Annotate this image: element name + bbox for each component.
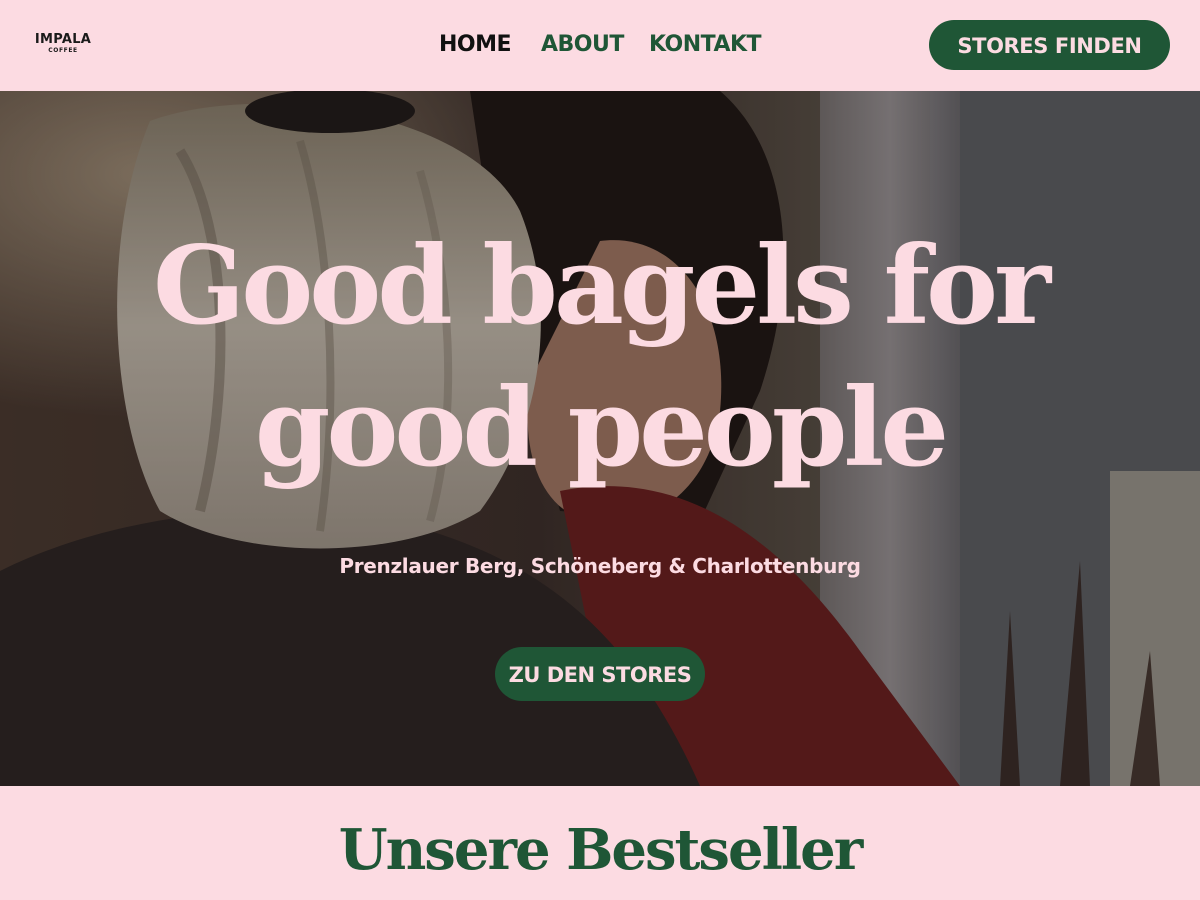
logo-wordmark: IMPALA <box>34 32 92 47</box>
nav-link-about[interactable]: ABOUT <box>541 30 624 60</box>
bestseller-heading: Unsere Bestseller <box>338 817 864 883</box>
stores-finden-button[interactable]: STORES FINDEN <box>929 20 1170 70</box>
nav-link-kontakt[interactable]: KONTAKT <box>649 30 762 60</box>
zu-den-stores-button[interactable]: ZU DEN STORES <box>495 647 705 701</box>
site-header: IMPALA COFFEE HOME ABOUT KONTAKT STORES … <box>0 0 1200 91</box>
hero-headline: Good bagels for good people <box>153 223 1051 491</box>
hero-locations: Prenzlauer Berg, Schöneberg & Charlotten… <box>339 554 861 578</box>
impala-coffee-logo[interactable]: IMPALA COFFEE <box>31 33 95 61</box>
logo-subline: COFFEE <box>48 47 78 54</box>
hero-section: Good bagels for good people Prenzlauer B… <box>0 91 1200 786</box>
nav-link-home[interactable]: HOME <box>439 30 512 60</box>
